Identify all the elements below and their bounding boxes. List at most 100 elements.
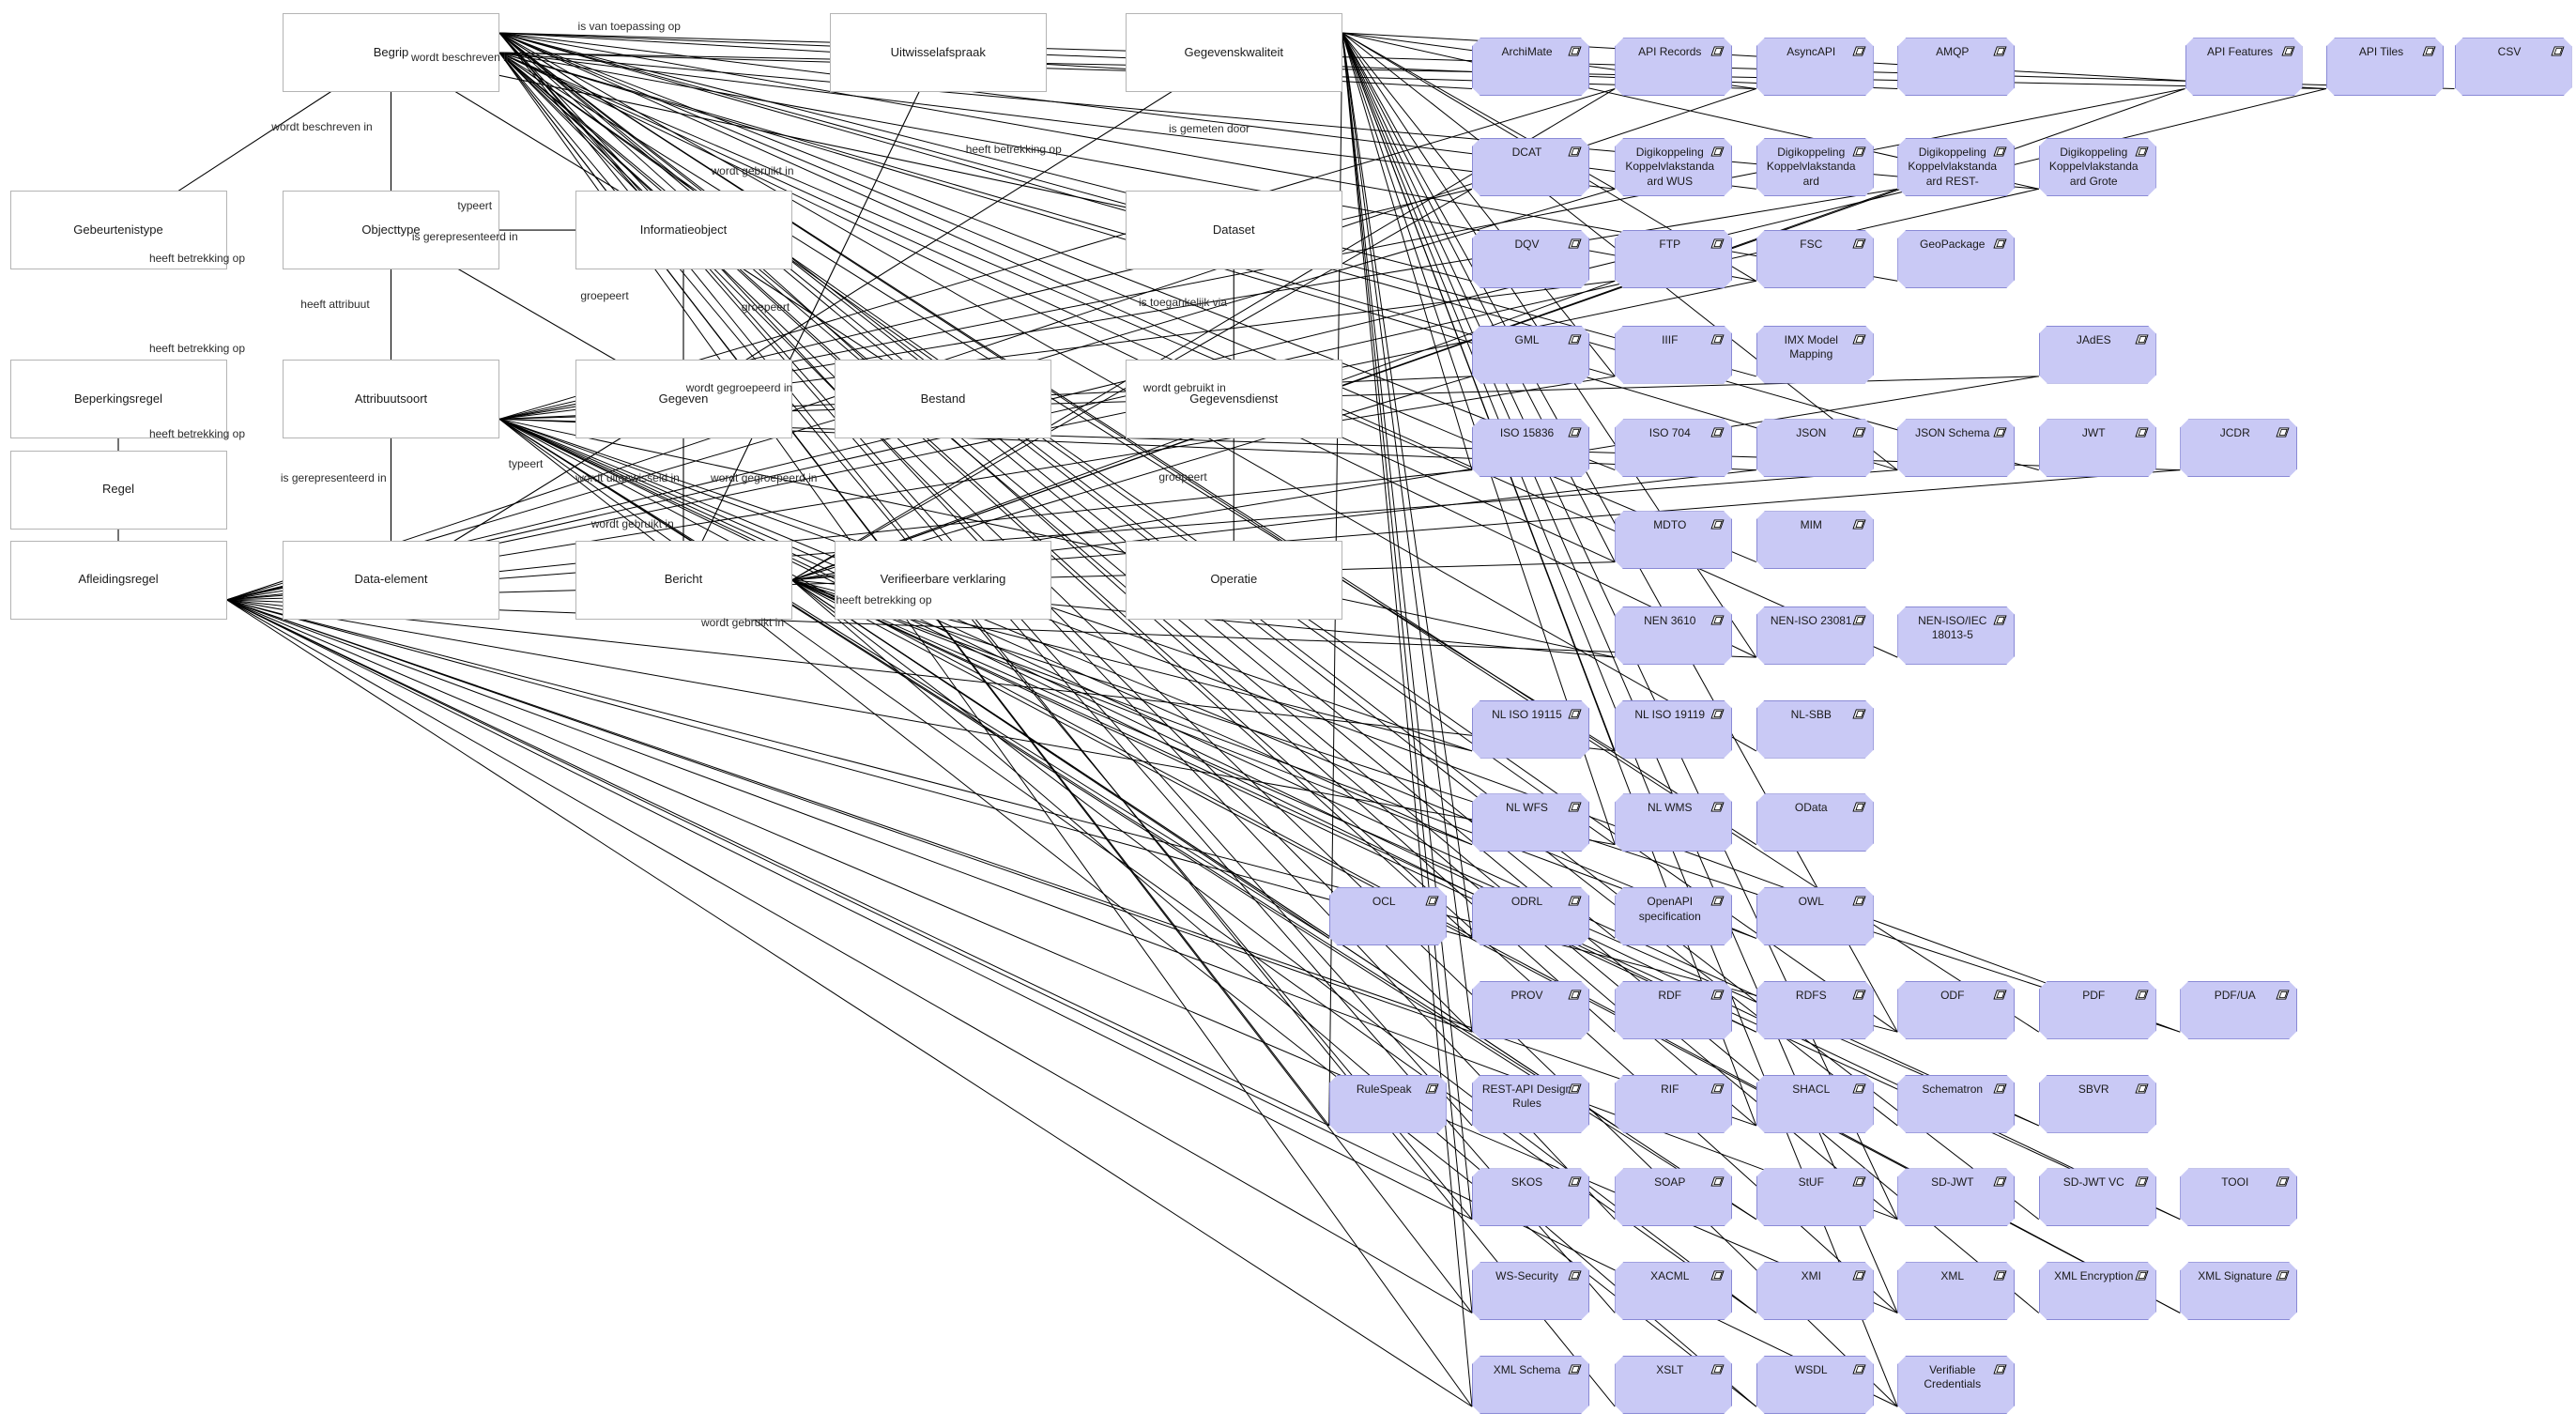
entity-attribuutsoort[interactable]: Attribuutsoort xyxy=(283,360,499,439)
artifact-jsonschema[interactable]: JSON Schema xyxy=(1897,419,2015,477)
entity-gegevensdienst[interactable]: Gegevensdienst xyxy=(1125,360,1342,439)
entity-bestand[interactable]: Bestand xyxy=(835,360,1051,439)
entity-operatie[interactable]: Operatie xyxy=(1125,540,1342,620)
entity-gegevenskwaliteit[interactable]: Gegevenskwaliteit xyxy=(1125,13,1342,92)
artifact-rulespeak[interactable]: RuleSpeak xyxy=(1329,1075,1447,1133)
artifact-sdjwtvc[interactable]: SD-JWT VC xyxy=(2039,1168,2156,1226)
artifact-prov[interactable]: PROV xyxy=(1472,981,1589,1039)
artifact-xslt[interactable]: XSLT xyxy=(1615,1356,1732,1414)
artifact-nen3610[interactable]: NEN 3610 xyxy=(1615,607,1732,665)
entity-label: Begrip xyxy=(373,44,409,59)
artifact-xml[interactable]: XML xyxy=(1897,1262,2015,1320)
artifact-jcdr[interactable]: JCDR xyxy=(2180,419,2297,477)
artifact-dk-rest[interactable]: Digikoppeling Koppelvlakstandaard REST- xyxy=(1897,138,2015,196)
artifact-mim[interactable]: MIM xyxy=(1756,511,1874,569)
edge-label: wordt beschreven in xyxy=(411,51,513,65)
edge xyxy=(1342,32,1473,1033)
edge xyxy=(682,52,939,581)
artifact-schematron[interactable]: Schematron xyxy=(1897,1075,2015,1133)
artifact-nlsbb[interactable]: NL-SBB xyxy=(1756,700,1874,759)
artifact-nenisoiec[interactable]: NEN-ISO/IEC 18013-5 xyxy=(1897,607,2015,665)
artifact-gml[interactable]: GML xyxy=(1472,326,1589,384)
entity-verifieerbare[interactable]: Verifieerbare verklaring xyxy=(835,540,1051,620)
artifact-csv[interactable]: CSV xyxy=(2455,38,2572,96)
artifact-json[interactable]: JSON xyxy=(1756,419,1874,477)
artifact-ocl[interactable]: OCL xyxy=(1329,887,1447,945)
artifact-rdfs[interactable]: RDFS xyxy=(1756,981,1874,1039)
entity-informatieobject[interactable]: Informatieobject xyxy=(575,191,792,270)
artifact-icon xyxy=(1710,615,1725,625)
artifact-imx[interactable]: IMX Model Mapping xyxy=(1756,326,1874,384)
entity-bericht[interactable]: Bericht xyxy=(575,540,792,620)
artifact-sdjwt[interactable]: SD-JWT xyxy=(1897,1168,2015,1226)
entity-afleidingsregel[interactable]: Afleidingsregel xyxy=(9,540,227,620)
artifact-rdf[interactable]: RDF xyxy=(1615,981,1732,1039)
artifact-jades[interactable]: JAdES xyxy=(2039,326,2156,384)
artifact-stuf[interactable]: StUF xyxy=(1756,1168,1874,1226)
artifact-neniso23081[interactable]: NEN-ISO 23081 xyxy=(1756,607,1874,665)
artifact-restapi[interactable]: REST-API Design Rules xyxy=(1472,1075,1589,1133)
artifact-wsdl[interactable]: WSDL xyxy=(1756,1356,1874,1414)
artifact-geopackage[interactable]: GeoPackage xyxy=(1897,230,2015,288)
artifact-openapi[interactable]: OpenAPI specification xyxy=(1615,887,1732,945)
artifact-odrl[interactable]: ODRL xyxy=(1472,887,1589,945)
artifact-icon xyxy=(1852,519,1866,530)
artifact-owl[interactable]: OWL xyxy=(1756,887,1874,945)
artifact-shacl[interactable]: SHACL xyxy=(1756,1075,1874,1133)
artifact-wssecurity[interactable]: WS-Security xyxy=(1472,1262,1589,1320)
edge xyxy=(226,599,1756,1127)
artifact-icon xyxy=(1710,1176,1725,1187)
artifact-pdf[interactable]: PDF xyxy=(2039,981,2156,1039)
artifact-archimate[interactable]: ArchiMate xyxy=(1472,38,1589,96)
artifact-dk-grote[interactable]: Digikoppeling Koppelvlakstandaard Grote xyxy=(2039,138,2156,196)
artifact-skos[interactable]: SKOS xyxy=(1472,1168,1589,1226)
artifact-dcat[interactable]: DCAT xyxy=(1472,138,1589,196)
entity-gegeven[interactable]: Gegeven xyxy=(575,360,792,439)
artifact-sbvr[interactable]: SBVR xyxy=(2039,1075,2156,1133)
edge xyxy=(1342,32,1473,1407)
artifact-icon xyxy=(1993,1364,2007,1374)
artifact-pdfua[interactable]: PDF/UA xyxy=(2180,981,2297,1039)
artifact-xmi[interactable]: XMI xyxy=(1756,1262,1874,1320)
artifact-icon xyxy=(1568,802,1582,812)
artifact-apitiles[interactable]: API Tiles xyxy=(2326,38,2444,96)
artifact-icon xyxy=(1852,334,1866,345)
artifact-apifeatures[interactable]: API Features xyxy=(2185,38,2303,96)
artifact-icon xyxy=(2135,1270,2149,1281)
artifact-fsc[interactable]: FSC xyxy=(1756,230,1874,288)
entity-dataset[interactable]: Dataset xyxy=(1125,191,1342,270)
entity-uitwisselafspraak[interactable]: Uitwisselafspraak xyxy=(829,13,1047,92)
artifact-icon xyxy=(1852,146,1866,157)
entity-regel[interactable]: Regel xyxy=(9,450,227,530)
artifact-xmlschema[interactable]: XML Schema xyxy=(1472,1356,1589,1414)
artifact-iso704[interactable]: ISO 704 xyxy=(1615,419,1732,477)
artifact-odata[interactable]: OData xyxy=(1756,793,1874,852)
artifact-iso15836[interactable]: ISO 15836 xyxy=(1472,419,1589,477)
artifact-dk-std[interactable]: Digikoppeling Koppelvlakstandaard xyxy=(1756,138,1874,196)
artifact-apirecords[interactable]: API Records xyxy=(1615,38,1732,96)
artifact-odf[interactable]: ODF xyxy=(1897,981,2015,1039)
artifact-xmlenc[interactable]: XML Encryption xyxy=(2039,1262,2156,1320)
artifact-nlwms[interactable]: NL WMS xyxy=(1615,793,1732,852)
artifact-dk-wus[interactable]: Digikoppeling Koppelvlakstandaard WUS xyxy=(1615,138,1732,196)
artifact-mdto[interactable]: MDTO xyxy=(1615,511,1732,569)
artifact-xmlsig[interactable]: XML Signature xyxy=(2180,1262,2297,1320)
artifact-nliso19115[interactable]: NL ISO 19115 xyxy=(1472,700,1589,759)
artifact-tooi[interactable]: TOOI xyxy=(2180,1168,2297,1226)
artifact-amqp[interactable]: AMQP xyxy=(1897,38,2015,96)
artifact-nlwfs[interactable]: NL WFS xyxy=(1472,793,1589,852)
artifact-soap[interactable]: SOAP xyxy=(1615,1168,1732,1226)
artifact-icon xyxy=(1852,1176,1866,1187)
edge-label: heeft betrekking op xyxy=(965,143,1062,157)
artifact-asyncapi[interactable]: AsyncAPI xyxy=(1756,38,1874,96)
artifact-iiif[interactable]: IIIF xyxy=(1615,326,1732,384)
artifact-rif[interactable]: RIF xyxy=(1615,1075,1732,1133)
artifact-nliso19119[interactable]: NL ISO 19119 xyxy=(1615,700,1732,759)
entity-dataelement[interactable]: Data-element xyxy=(283,540,499,620)
artifact-jwt[interactable]: JWT xyxy=(2039,419,2156,477)
artifact-xacml[interactable]: XACML xyxy=(1615,1262,1732,1320)
artifact-ftp[interactable]: FTP xyxy=(1615,230,1732,288)
artifact-vc[interactable]: Verifiable Credentials xyxy=(1897,1356,2015,1414)
edge xyxy=(1342,32,1473,939)
artifact-dqv[interactable]: DQV xyxy=(1472,230,1589,288)
